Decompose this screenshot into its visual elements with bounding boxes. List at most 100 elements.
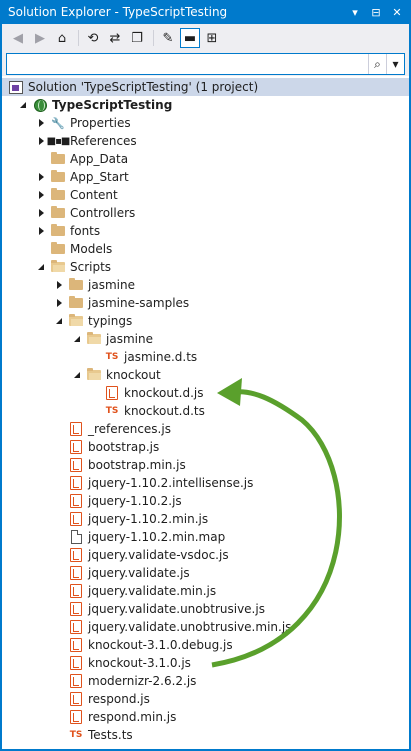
back-button[interactable]: ◀ [8, 28, 28, 48]
tree-item-label: jquery.validate.min.js [88, 584, 217, 598]
tree-item[interactable]: jquery.validate.unobtrusive.js [2, 600, 409, 618]
class-diagram-button[interactable]: ⊞ [202, 28, 222, 48]
folder-icon [68, 277, 84, 293]
tree-item-label: jasmine [106, 332, 153, 346]
file-icon [68, 529, 84, 545]
tree-item[interactable]: fonts [2, 222, 409, 240]
tree-item[interactable]: TypeScriptTesting [2, 96, 409, 114]
tree-item[interactable]: knockout.d.js [2, 384, 409, 402]
javascript-file-icon [68, 709, 84, 725]
typescript-file-icon: TS [69, 730, 83, 740]
folder-open-icon [68, 313, 84, 329]
tree-item[interactable]: bootstrap.min.js [2, 456, 409, 474]
auto-hide-pin[interactable]: ⊟ [367, 2, 385, 22]
tree-item[interactable]: modernizr-2.6.2.js [2, 672, 409, 690]
title-bar: Solution Explorer - TypeScriptTesting ▾ … [2, 0, 409, 24]
tree-item[interactable]: App_Start [2, 168, 409, 186]
tree-item[interactable]: TS Tests.ts [2, 726, 409, 744]
properties-button[interactable]: ✎ [158, 28, 178, 48]
tree-item[interactable]: jasmine [2, 330, 409, 348]
tree-item[interactable]: jquery-1.10.2.min.js [2, 510, 409, 528]
collapsed-arrow-icon[interactable] [36, 222, 46, 240]
tree-item[interactable]: knockout-3.1.0.debug.js [2, 636, 409, 654]
collapsed-arrow-icon[interactable] [54, 276, 64, 294]
tree-item[interactable]: knockout-3.1.0.js [2, 654, 409, 672]
window-position-dropdown[interactable]: ▾ [346, 2, 364, 22]
expanded-arrow-icon[interactable] [72, 330, 82, 348]
tree-item[interactable]: ■▪■ References [2, 132, 409, 150]
tree-item[interactable]: TS knockout.d.ts [2, 402, 409, 420]
tree-item-label: modernizr-2.6.2.js [88, 674, 197, 688]
tree-item-label: jasmine [88, 278, 135, 292]
javascript-file-icon [68, 673, 84, 689]
tree-item-label: Models [70, 242, 113, 256]
javascript-file-icon [68, 547, 84, 563]
tree-item-label: respond.js [88, 692, 150, 706]
tree-item[interactable]: respond.min.js [2, 708, 409, 726]
search-icon[interactable]: ⌕ [368, 54, 386, 74]
search-input[interactable] [7, 54, 368, 74]
folder-icon [50, 169, 66, 185]
expanded-arrow-icon[interactable] [18, 96, 28, 114]
tree-item-label: fonts [70, 224, 101, 238]
tree-item[interactable]: jquery-1.10.2.intellisense.js [2, 474, 409, 492]
expanded-arrow-icon[interactable] [72, 366, 82, 384]
tree-item[interactable]: jquery.validate.min.js [2, 582, 409, 600]
pending-changes-button[interactable]: ⇄ [105, 28, 125, 48]
collapsed-arrow-icon[interactable] [36, 114, 46, 132]
expanded-arrow-icon[interactable] [36, 258, 46, 276]
tree-item[interactable]: 🔧 Properties [2, 114, 409, 132]
tree-item-label: knockout.d.js [124, 386, 204, 400]
folder-icon [50, 151, 66, 167]
tree-item-label: jquery-1.10.2.min.map [88, 530, 226, 544]
collapsed-arrow-icon[interactable] [36, 186, 46, 204]
tree-item[interactable]: jquery-1.10.2.min.map [2, 528, 409, 546]
sync-button[interactable]: ⟲ [83, 28, 103, 48]
tree-item[interactable]: knockout [2, 366, 409, 384]
collapsed-arrow-icon[interactable] [54, 294, 64, 312]
tree-item-label: knockout-3.1.0.js [88, 656, 191, 670]
tree-item-label: Controllers [70, 206, 136, 220]
tree-item-label: jquery-1.10.2.js [88, 494, 182, 508]
tree-item-label: Scripts [70, 260, 112, 274]
tree-item[interactable]: TS jasmine.d.ts [2, 348, 409, 366]
javascript-file-icon [68, 511, 84, 527]
expanded-arrow-icon[interactable] [54, 312, 64, 330]
tree-item[interactable]: typings [2, 312, 409, 330]
tree-item-label: jquery-1.10.2.intellisense.js [88, 476, 254, 490]
forward-button[interactable]: ▶ [30, 28, 50, 48]
collapsed-arrow-icon[interactable] [36, 132, 46, 150]
close-button[interactable]: ✕ [388, 2, 406, 22]
tree-item[interactable]: jasmine-samples [2, 294, 409, 312]
tree-item-label: Solution 'TypeScriptTesting' (1 project) [28, 80, 259, 94]
tree-item[interactable]: Scripts [2, 258, 409, 276]
tree-item[interactable]: App_Data [2, 150, 409, 168]
collapse-all-button[interactable]: ❐ [127, 28, 147, 48]
tree-item-label: knockout-3.1.0.debug.js [88, 638, 233, 652]
tree-item-label: jquery.validate.unobtrusive.min.js [88, 620, 292, 634]
tree-item[interactable]: jquery.validate.js [2, 564, 409, 582]
search-options-dropdown[interactable]: ▾ [386, 54, 404, 74]
tree-item-label: jquery.validate.js [88, 566, 190, 580]
tree-item[interactable]: jquery-1.10.2.js [2, 492, 409, 510]
tree-item[interactable]: bootstrap.js [2, 438, 409, 456]
tree-item[interactable]: Content [2, 186, 409, 204]
collapsed-arrow-icon[interactable] [36, 204, 46, 222]
collapsed-arrow-icon[interactable] [36, 168, 46, 186]
tree-item[interactable]: jasmine [2, 276, 409, 294]
tree-item[interactable]: Solution 'TypeScriptTesting' (1 project) [2, 78, 409, 96]
home-button[interactable]: ⌂ [52, 28, 72, 48]
solution-tree: Solution 'TypeScriptTesting' (1 project)… [2, 78, 409, 744]
tree-item[interactable]: Models [2, 240, 409, 258]
tree-item[interactable]: jquery.validate-vsdoc.js [2, 546, 409, 564]
folder-icon [50, 223, 66, 239]
tree-item[interactable]: Controllers [2, 204, 409, 222]
tree-item-label: knockout [106, 368, 161, 382]
tree-item[interactable]: jquery.validate.unobtrusive.min.js [2, 618, 409, 636]
tree-item[interactable]: respond.js [2, 690, 409, 708]
folder-icon [68, 295, 84, 311]
show-all-files-button[interactable]: ▬ [180, 28, 200, 48]
references-icon: ■▪■ [46, 135, 71, 147]
tree-item-label: TypeScriptTesting [52, 98, 173, 112]
tree-item[interactable]: _references.js [2, 420, 409, 438]
